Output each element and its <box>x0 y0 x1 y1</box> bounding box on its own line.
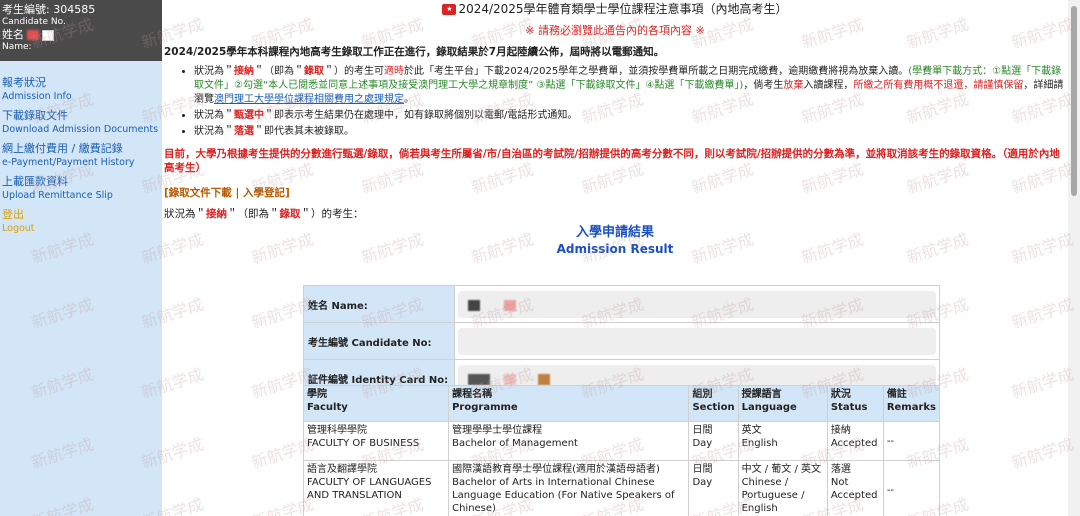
link-download-docs[interactable]: [錄取文件下載 <box>164 187 232 199</box>
candidate-number: 304585 <box>53 3 96 16</box>
nav-e-payment[interactable]: 網上繳付費用 / 繳費記錄 e-Payment/Payment History <box>0 142 162 169</box>
nav-logout[interactable]: 登出 Logout <box>0 208 162 235</box>
table-row: 管理科學學院 FACULTY OF BUSINESS 管理學學士學位課程 Bache… <box>302 421 941 461</box>
nav-upload-remittance[interactable]: 上載匯款資料 Upload Remittance Slip <box>0 175 162 202</box>
status-not-accepted: 落選 Not Accepted <box>826 460 884 516</box>
redacted-name-box <box>42 29 54 41</box>
redacted-name-field <box>458 290 936 318</box>
vertical-scrollbar[interactable] <box>1068 0 1080 516</box>
info-label-candidate-no: 考生編號 Candidate No: <box>303 322 455 360</box>
nav-download-documents[interactable]: 下載錄取文件 Download Admission Documents <box>0 109 162 136</box>
main-content: ★ 2024/2025學年體育類學士學位課程注意事項（內地高考生） ※ 請務必瀏覽… <box>162 0 1068 516</box>
col-language: 授課語言 Language <box>737 385 828 422</box>
name-label-en: Name: <box>2 42 32 52</box>
fee-regulation-link[interactable]: 澳門理工大學學位課程相關費用之處理規定 <box>214 94 404 105</box>
candidate-info-table: 姓名 Name: 考生編號 Candidate No: 証件編號 Identit… <box>303 285 940 397</box>
col-faculty: 學院 Faculty <box>302 385 450 422</box>
admission-result-title: 入學申請結果 Admission Result <box>556 225 674 256</box>
notice-warning: ※ 請務必瀏覽此通告內的各項內容 ※ <box>525 24 705 37</box>
col-programme: 課程名稱 Programme <box>448 385 690 422</box>
new-badge-icon: ★ <box>442 4 457 15</box>
accepted-candidates-line: 狀況為＂接納＂（即為＂錄取＂）的考生： <box>164 208 364 220</box>
note-accepted: 狀況為＂接納＂（即為＂錄取＂）的考生可適時於此「考生平台」下載2024/2025… <box>194 65 1066 107</box>
info-label-name: 姓名 Name: <box>303 285 455 323</box>
notes-list: 狀況為＂接納＂（即為＂錄取＂）的考生可適時於此「考生平台」下載2024/2025… <box>194 65 1066 139</box>
admission-table: 學院 Faculty 課程名稱 Programme 組別 Section 授課語言 La… <box>302 385 941 516</box>
note-not-accepted: 狀況為＂落選＂即代表其未被錄取。 <box>194 125 1066 139</box>
status-accepted: 接納 Accepted <box>826 421 884 461</box>
name-label: 姓名 <box>2 28 24 41</box>
redacted-candidate-field <box>458 327 936 355</box>
page-title: 2024/2025學年體育類學士學位課程注意事項（內地高考生） <box>458 2 788 16</box>
sidebar-nav: 報考狀況 Admission Info 下載錄取文件 Download Admi… <box>0 61 162 516</box>
scrollbar-thumb[interactable] <box>1071 6 1077 196</box>
candidate-panel: 考生編號: 304585 Candidate No. 姓名 Name: <box>0 0 162 61</box>
note-in-selection: 狀況為＂甄選中＂即表示考生結果仍在處理中，如有錄取將個別以電郵/電話形式通知。 <box>194 109 1066 123</box>
redacted-name <box>27 30 39 40</box>
status-announcement: 2024/2025學年本科課程內地高考生錄取工作正在進行，錄取結果於7月起陸續公… <box>164 46 665 58</box>
table-header-row: 學院 Faculty 課程名稱 Programme 組別 Section 授課語言 La… <box>302 385 941 422</box>
col-status: 狀況 Status <box>826 385 884 422</box>
candidate-label-en: Candidate No. <box>2 17 66 27</box>
score-alert: 目前，大學乃根據考生提供的分數進行甄選/錄取，倘若與考生所屬省/市/自治區的考試… <box>164 148 1060 174</box>
link-enrollment[interactable]: 入學登記] <box>243 187 290 199</box>
table-row: 語言及翻譯學院 FACULTY OF LANGUAGES AND TRANSLAT… <box>302 460 941 516</box>
col-section: 組別 Section <box>688 385 739 422</box>
col-remarks: 備註 Remarks <box>882 385 941 422</box>
candidate-label: 考生編號 <box>2 3 46 16</box>
nav-admission-info[interactable]: 報考狀況 Admission Info <box>0 76 162 103</box>
